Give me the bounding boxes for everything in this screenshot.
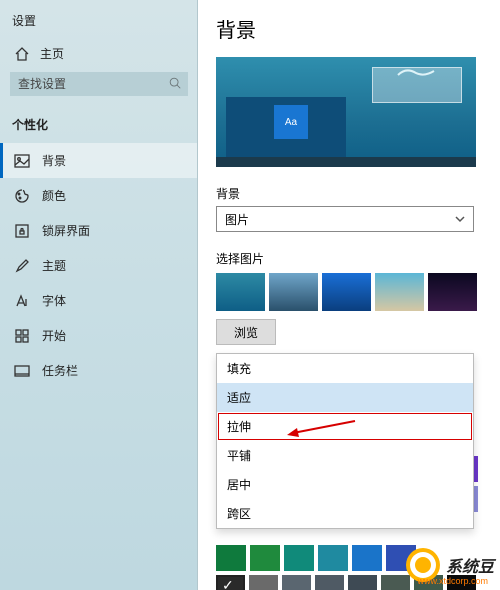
sidebar-item-label: 背景 (42, 152, 66, 169)
desktop-preview: Aa (216, 57, 476, 167)
thumbnail[interactable] (428, 273, 477, 311)
search-input[interactable] (10, 72, 188, 96)
main-panel: 背景 Aa 背景 图片 选择图片 浏览 填充 适应 拉伸 (198, 0, 500, 590)
sidebar-item-background[interactable]: 背景 (0, 143, 198, 178)
thumbnail[interactable] (322, 273, 371, 311)
preview-tile: Aa (274, 105, 308, 139)
watermark-url: www.xtdcorp.com (417, 576, 488, 586)
color-swatch[interactable] (352, 545, 382, 571)
color-swatch[interactable] (348, 575, 377, 590)
search-icon (168, 76, 182, 90)
color-swatch[interactable] (315, 575, 344, 590)
color-swatch[interactable] (284, 545, 314, 571)
sidebar-item-colors[interactable]: 颜色 (0, 178, 198, 213)
sidebar-item-start[interactable]: 开始 (0, 318, 198, 353)
thumbnail[interactable] (269, 273, 318, 311)
sidebar-item-label: 主题 (42, 257, 66, 274)
fit-option-span[interactable]: 跨区 (217, 499, 473, 528)
home-icon (14, 46, 30, 62)
chevron-down-icon (455, 214, 465, 224)
palette-icon (14, 188, 30, 204)
home-label: 主页 (40, 45, 64, 62)
start-icon (14, 328, 30, 344)
color-swatch[interactable] (216, 545, 246, 571)
sidebar-item-fonts[interactable]: 字体 (0, 283, 198, 318)
sidebar-item-label: 开始 (42, 327, 66, 344)
fit-option-label: 拉伸 (227, 420, 251, 434)
settings-sidebar: 设置 主页 个性化 背景 颜色 锁屏界面 主题 字体 (0, 0, 198, 590)
browse-button[interactable]: 浏览 (216, 319, 276, 345)
color-swatch[interactable] (250, 545, 280, 571)
thumbnail[interactable] (216, 273, 265, 311)
thumbnail[interactable] (375, 273, 424, 311)
lock-screen-icon (14, 223, 30, 239)
sidebar-item-label: 任务栏 (42, 362, 78, 379)
annotation-arrow (287, 419, 357, 440)
color-swatch[interactable] (282, 575, 311, 590)
sidebar-item-label: 锁屏界面 (42, 222, 90, 239)
watermark: 系统豆 www.xtdcorp.com (406, 548, 494, 582)
fit-option-fit[interactable]: 适应 (217, 383, 473, 412)
choose-picture-label: 选择图片 (216, 250, 484, 267)
sidebar-item-label: 颜色 (42, 187, 66, 204)
section-header: 个性化 (0, 108, 198, 143)
sidebar-item-label: 字体 (42, 292, 66, 309)
fit-option-tile[interactable]: 平铺 (217, 441, 473, 470)
sidebar-item-taskbar[interactable]: 任务栏 (0, 353, 198, 388)
color-swatch[interactable] (318, 545, 348, 571)
sidebar-item-themes[interactable]: 主题 (0, 248, 198, 283)
taskbar-icon (14, 363, 30, 379)
picture-thumbnails (216, 273, 484, 311)
brush-icon (14, 258, 30, 274)
dropdown-value: 图片 (225, 211, 249, 228)
fit-option-center[interactable]: 居中 (217, 470, 473, 499)
sidebar-item-lockscreen[interactable]: 锁屏界面 (0, 213, 198, 248)
settings-label: 设置 (0, 8, 198, 39)
page-title: 背景 (216, 14, 484, 43)
fit-option-fill[interactable]: 填充 (217, 354, 473, 383)
color-swatch[interactable] (216, 575, 245, 590)
font-icon (14, 293, 30, 309)
color-swatch[interactable] (249, 575, 278, 590)
picture-icon (14, 153, 30, 169)
fit-option-stretch[interactable]: 拉伸 (217, 412, 473, 441)
background-type-dropdown[interactable]: 图片 (216, 206, 474, 232)
home-nav[interactable]: 主页 (0, 39, 198, 72)
watermark-name: 系统豆 (446, 553, 494, 577)
background-label: 背景 (216, 185, 484, 202)
fit-mode-menu: 填充 适应 拉伸 平铺 居中 跨区 (216, 353, 474, 529)
